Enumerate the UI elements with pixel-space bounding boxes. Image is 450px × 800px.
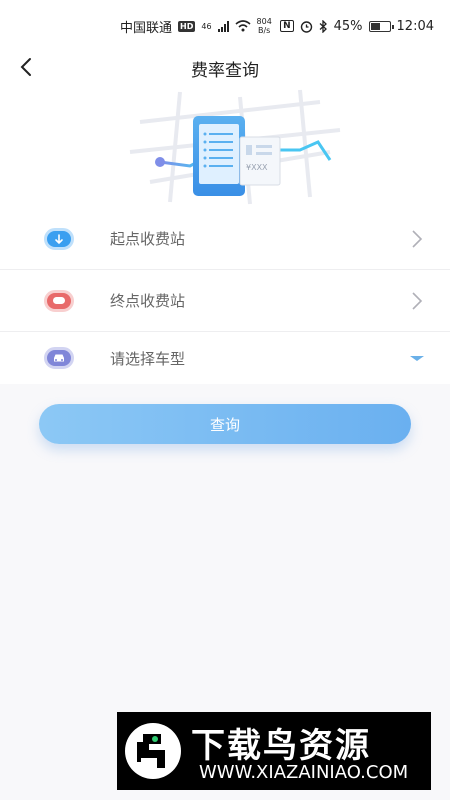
net-speed-unit: B/s bbox=[258, 26, 271, 35]
vehicle-type-row[interactable]: 请选择车型 bbox=[0, 332, 450, 384]
chevron-right-icon bbox=[412, 229, 423, 248]
arrow-down-icon bbox=[44, 227, 74, 250]
car-icon bbox=[44, 347, 74, 369]
battery-percent: 45% bbox=[333, 18, 363, 34]
wifi-icon bbox=[235, 20, 251, 32]
carrier-text: 中国联通 bbox=[120, 20, 173, 36]
net-speed: 804 B/s bbox=[257, 17, 272, 35]
nav-header: 费率查询 bbox=[0, 52, 450, 82]
chevron-right-icon bbox=[412, 291, 423, 310]
query-button[interactable]: 查询 bbox=[39, 404, 411, 444]
bluetooth-icon bbox=[319, 19, 327, 33]
fee-query-form: 起点收费站 终点收费站 请选择车型 bbox=[0, 208, 450, 384]
end-station-row[interactable]: 终点收费站 bbox=[0, 270, 450, 332]
site-watermark: 下载鸟资源 WWW.XIAZAINIAO.COM bbox=[117, 712, 431, 790]
end-station-label: 终点收费站 bbox=[110, 292, 186, 310]
clock: 12:04 bbox=[396, 18, 434, 34]
network-type: 46 bbox=[201, 21, 212, 31]
hd-badge: HD bbox=[178, 20, 196, 32]
status-right: N 45% 12:04 bbox=[280, 19, 434, 34]
phone-map-illustration: ¥XXX bbox=[129, 89, 341, 205]
stop-icon bbox=[44, 289, 74, 312]
start-station-label: 起点收费站 bbox=[110, 230, 186, 248]
watermark-title: 下载鸟资源 bbox=[191, 726, 371, 766]
dropdown-triangle-icon bbox=[410, 356, 424, 361]
net-speed-value: 804 bbox=[256, 17, 272, 26]
alarm-icon bbox=[300, 20, 312, 33]
receipt-amount: ¥XXX bbox=[246, 163, 268, 172]
status-left: 中国联通 HD 46 804 B/s bbox=[120, 17, 272, 36]
battery-icon bbox=[368, 20, 394, 32]
nfc-icon: N bbox=[280, 20, 294, 32]
bird-logo bbox=[125, 723, 181, 779]
status-bar: 中国联通 HD 46 804 B/s N 45% 12:04 bbox=[0, 0, 450, 52]
page-title: 费率查询 bbox=[191, 61, 259, 81]
start-station-row[interactable]: 起点收费站 bbox=[0, 208, 450, 270]
banner-illustration: ¥XXX bbox=[0, 82, 450, 208]
watermark-url: WWW.XIAZAINIAO.COM bbox=[199, 762, 409, 783]
vehicle-type-select: 请选择车型 bbox=[110, 349, 186, 368]
signal-icon bbox=[217, 20, 229, 32]
